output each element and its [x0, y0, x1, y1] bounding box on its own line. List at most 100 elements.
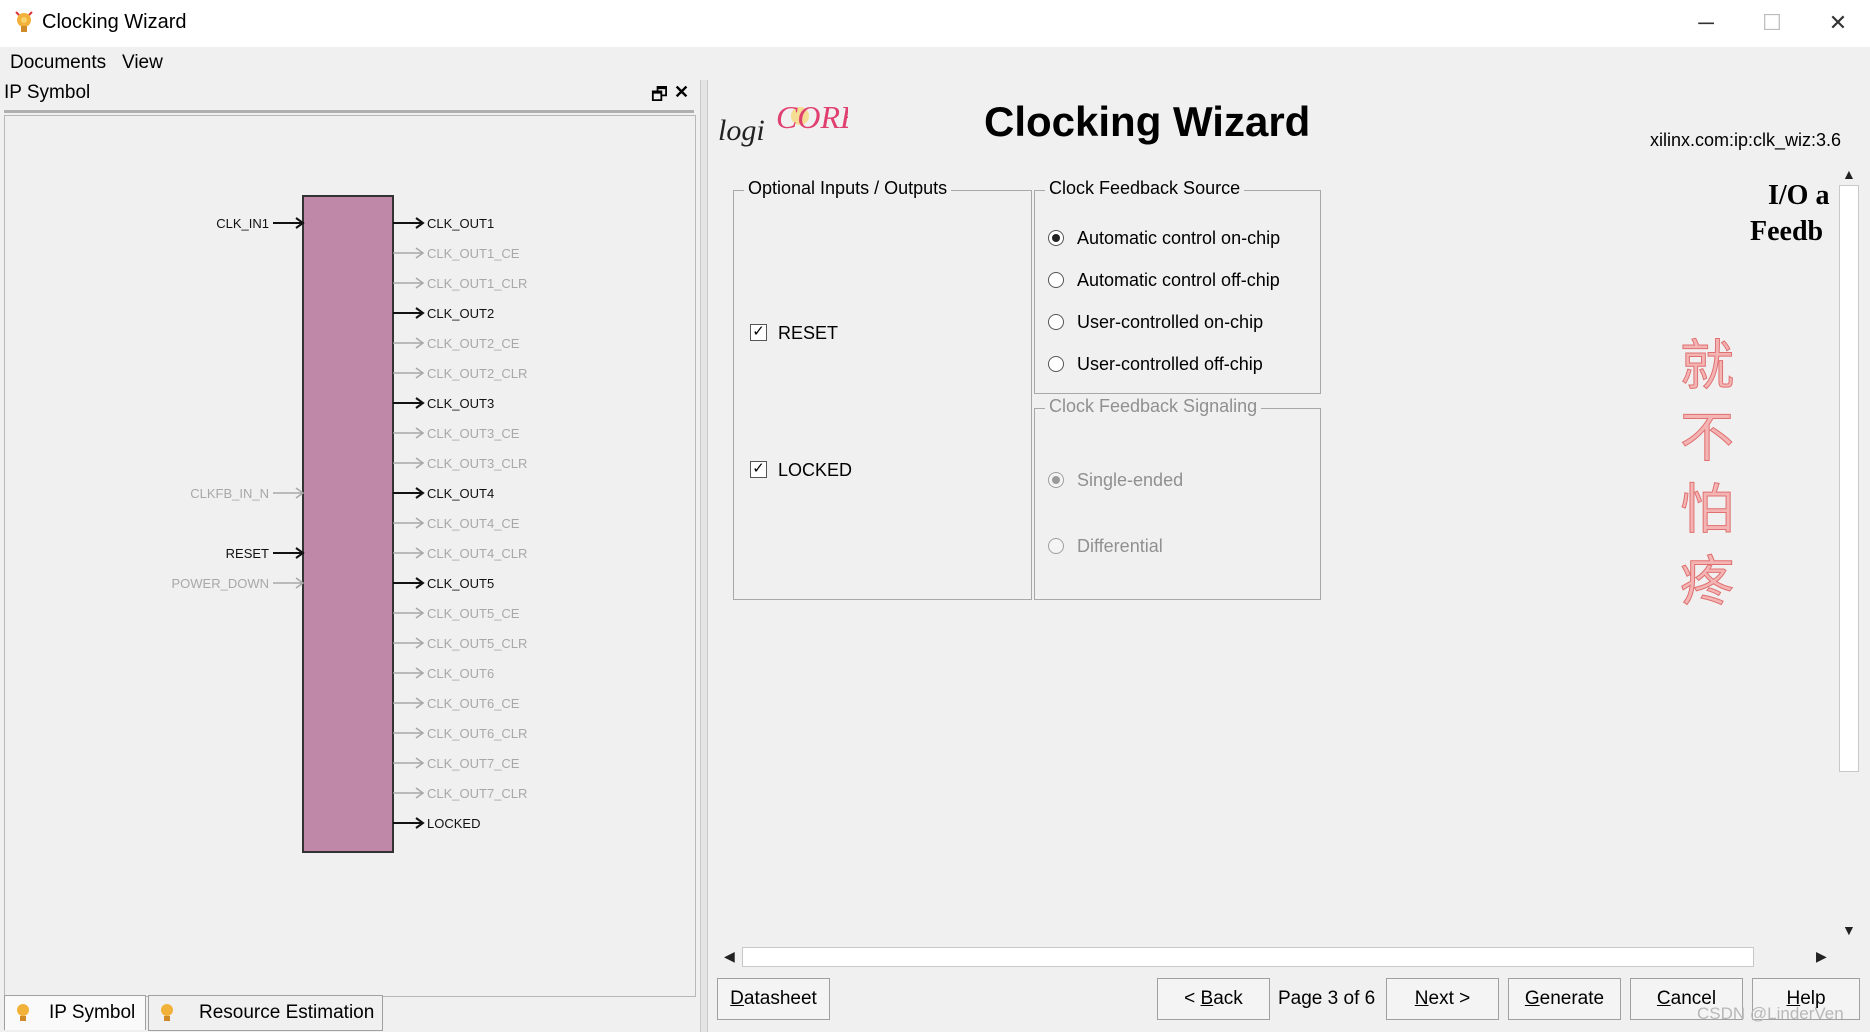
panel-header-ip-symbol: IP Symbol	[4, 82, 91, 103]
reset-checkbox[interactable]: ✓	[750, 324, 767, 341]
bulb-icon	[161, 1004, 173, 1021]
logo-text-logi: logi	[718, 114, 765, 147]
scroll-right-arrow-icon[interactable]: ▶	[1816, 948, 1827, 965]
button-text: ack	[1213, 988, 1243, 1009]
output-port-label: CLK_OUT6_CLR	[427, 726, 527, 741]
watermark-char: 怕	[1680, 478, 1735, 542]
section-heading-line2: Feedb	[1750, 216, 1824, 247]
watermark-char: 疼	[1680, 550, 1735, 614]
button-accelerator: B	[1200, 988, 1214, 1009]
output-port-label: CLK_OUT5_CE	[427, 606, 520, 621]
menu-bar: Documents View	[0, 47, 1870, 79]
input-port-label: CLKFB_IN_N	[190, 486, 269, 501]
ip-symbol-canvas: CLK_OUT1 CLK_OUT1_CE CLK_OUT1_CLR CLK_OUT2 C…	[4, 115, 696, 997]
reset-label: RESET	[778, 323, 839, 343]
output-port-label: CLK_OUT2_CLR	[427, 366, 527, 381]
generate-button[interactable]: Generate	[1508, 978, 1621, 1020]
output-port-label: CLK_OUT1_CLR	[427, 276, 527, 291]
button-accelerator: D	[730, 988, 744, 1009]
left-panel-tabs: IP Symbol Resource Estimation	[0, 995, 700, 1032]
tab-resource-estimation[interactable]: Resource Estimation	[148, 995, 383, 1031]
tab-label: IP Symbol	[49, 1002, 136, 1023]
radio-label: Automatic control off-chip	[1077, 270, 1280, 290]
section-heading-line1: I/O a	[1768, 180, 1830, 211]
horizontal-scroll-thumb[interactable]	[742, 947, 1754, 967]
scroll-left-arrow-icon[interactable]: ◀	[724, 948, 735, 965]
output-port-label: CLK_OUT7_CE	[427, 756, 520, 771]
output-port-label: CLK_OUT6_CE	[427, 696, 520, 711]
button-text: atasheet	[743, 988, 817, 1009]
logicore-logo: logi CORE	[718, 99, 848, 147]
tab-label: Resource Estimation	[199, 1002, 375, 1023]
ip-symbol-diagram: CLK_OUT1 CLK_OUT1_CE CLK_OUT1_CLR CLK_OUT2 C…	[172, 195, 527, 853]
watermark-text: 就 不 怕 疼	[1675, 330, 1739, 618]
radio-button[interactable]	[1048, 314, 1064, 330]
panel-header-divider	[4, 110, 694, 113]
minimize-button[interactable]: ─	[1676, 6, 1736, 40]
radio-button[interactable]	[1048, 472, 1064, 488]
maximize-button[interactable]: ☐	[1742, 6, 1802, 40]
back-button[interactable]: < Back	[1157, 978, 1270, 1020]
csdn-watermark: CSDN @LinderVen	[1697, 1004, 1844, 1023]
output-port-label: LOCKED	[427, 816, 480, 831]
output-port-label: CLK_OUT3	[427, 396, 494, 411]
radio-button[interactable]	[1048, 356, 1064, 372]
output-port-label: CLK_OUT3_CLR	[427, 456, 527, 471]
radio-button[interactable]	[1048, 272, 1064, 288]
optional-io-group: Optional Inputs / Outputs ✓ RESET ✓ LOCK…	[733, 178, 1032, 600]
group-title: Clock Feedback Source	[1045, 178, 1245, 199]
button-text: enerate	[1539, 988, 1605, 1009]
watermark-char: 不	[1680, 406, 1735, 470]
button-accelerator: C	[1656, 988, 1671, 1009]
feedback-source-group: Clock Feedback Source Automatic control …	[1034, 178, 1321, 394]
output-port-label: CLK_OUT4	[427, 486, 494, 501]
scroll-down-arrow-icon[interactable]: ▼	[1842, 922, 1856, 938]
input-port-label: RESET	[226, 546, 269, 561]
radio-label: User-controlled on-chip	[1077, 312, 1264, 332]
vertical-scroll-thumb[interactable]	[1839, 185, 1859, 772]
radio-button[interactable]	[1048, 230, 1064, 246]
button-text: <	[1184, 988, 1201, 1009]
ip-core-block	[302, 195, 394, 853]
next-button[interactable]: Next >	[1386, 978, 1499, 1020]
menu-view[interactable]: View	[122, 52, 163, 74]
locked-checkbox[interactable]: ✓	[750, 461, 767, 478]
output-port-label: CLK_OUT6	[427, 666, 494, 681]
ip-identifier: xilinx.com:ip:clk_wiz:3.6	[1650, 130, 1842, 150]
group-title: Optional Inputs / Outputs	[744, 178, 952, 199]
output-port-label: CLK_OUT2	[427, 306, 494, 321]
title-bar: Clocking Wizard ─ ☐ ✕	[0, 0, 1870, 48]
radio-button[interactable]	[1048, 538, 1064, 554]
button-accelerator: G	[1524, 988, 1540, 1009]
panel-splitter[interactable]	[700, 80, 708, 1032]
locked-label: LOCKED	[778, 460, 853, 480]
radio-label: Automatic control on-chip	[1077, 228, 1281, 248]
menu-documents[interactable]: Documents	[10, 52, 106, 74]
group-title: Clock Feedback Signaling	[1045, 396, 1262, 417]
output-port-label: CLK_OUT3_CE	[427, 426, 520, 441]
radio-label: User-controlled off-chip	[1077, 354, 1263, 374]
feedback-signaling-group: Clock Feedback Signaling Single-ended Di…	[1034, 396, 1321, 600]
output-port-label: CLK_OUT2_CE	[427, 336, 520, 351]
watermark-char: 就	[1680, 334, 1735, 398]
output-port-label: CLK_OUT5_CLR	[427, 636, 527, 651]
float-panel-icon[interactable]: 🗗	[651, 82, 668, 112]
output-port-label: CLK_OUT4_CLR	[427, 546, 527, 561]
output-port-label: CLK_OUT4_CE	[427, 516, 520, 531]
datasheet-button[interactable]: Datasheet	[717, 978, 830, 1020]
scroll-up-arrow-icon[interactable]: ▲	[1842, 166, 1856, 182]
radio-label: Differential	[1077, 536, 1163, 556]
close-window-button[interactable]: ✕	[1808, 6, 1868, 40]
input-port-label: POWER_DOWN	[172, 576, 270, 591]
output-port-label: CLK_OUT7_CLR	[427, 786, 527, 801]
tab-ip-symbol[interactable]: IP Symbol	[4, 995, 146, 1030]
output-port-label: CLK_OUT5	[427, 576, 494, 591]
window-title: Clocking Wizard	[42, 11, 187, 33]
page-title: Clocking Wizard	[984, 98, 1311, 145]
close-panel-icon[interactable]: ✕	[674, 82, 689, 103]
output-port-label: CLK_OUT1_CE	[427, 246, 520, 261]
page-indicator: Page 3 of 6	[1278, 988, 1376, 1009]
output-port-label: CLK_OUT1	[427, 216, 494, 231]
bulb-icon	[17, 1004, 29, 1021]
logo-text-core: CORE	[776, 99, 848, 135]
